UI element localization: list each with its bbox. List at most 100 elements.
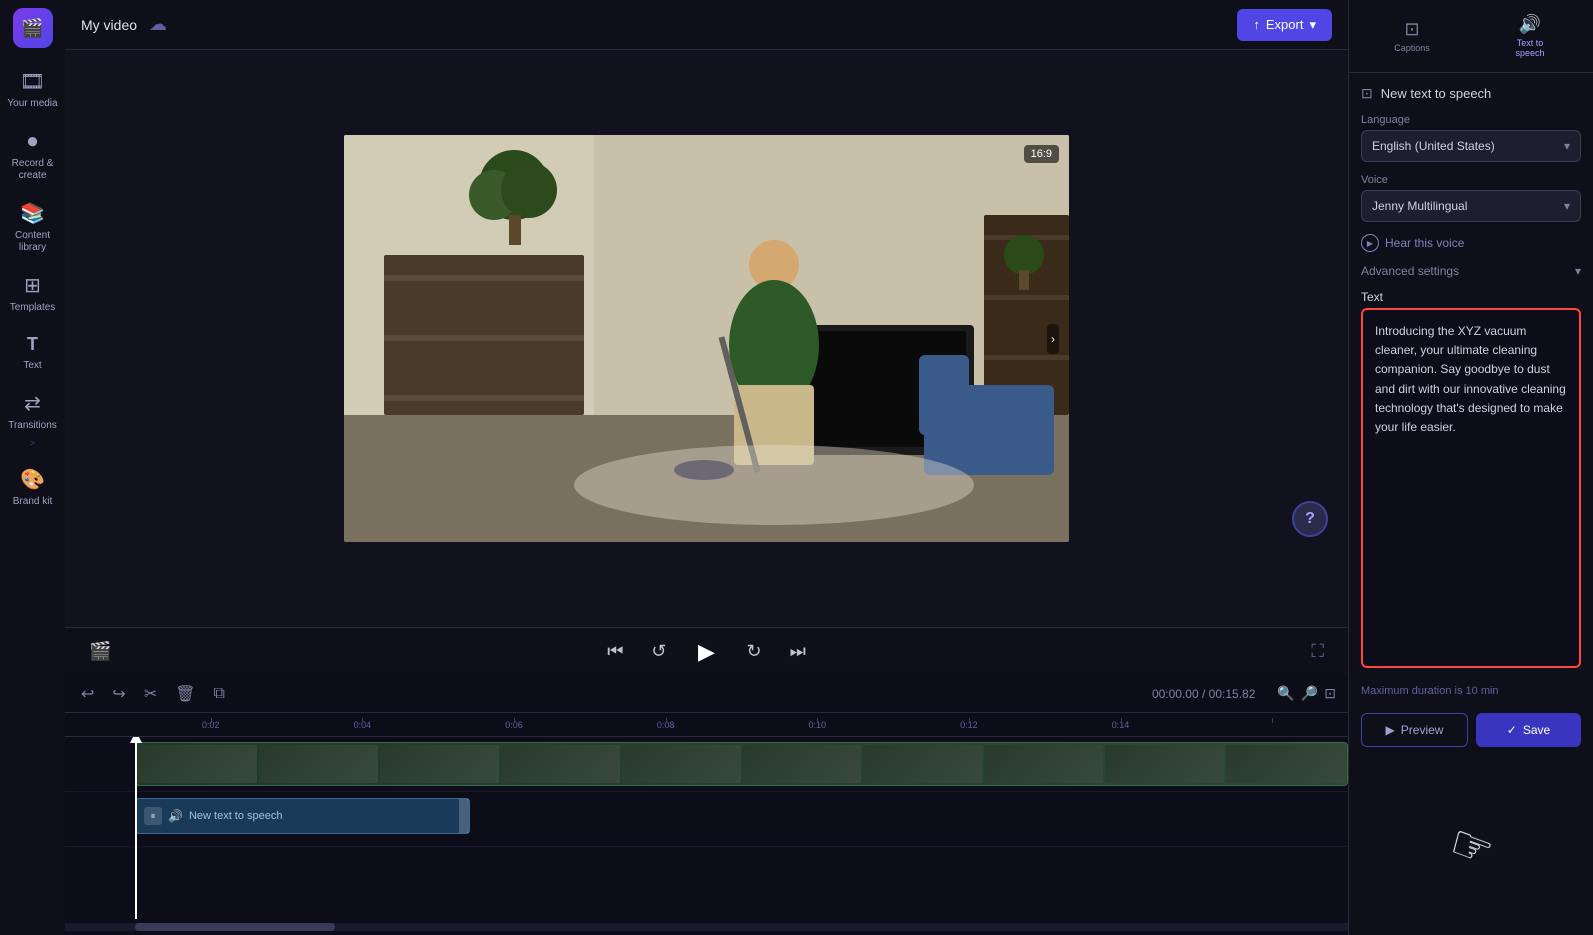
text-input[interactable]: Introducing the XYZ vacuum cleaner, your… [1361,308,1581,668]
ruler-mark-6: 0:14 [1045,720,1197,730]
video-frame [344,135,1069,542]
max-duration-note: Maximum duration is 10 min [1361,685,1581,697]
voice-section: Voice Jenny Multilingual ▾ [1361,174,1581,222]
video-preview: 16:9 › [344,135,1069,542]
video-thumb-7 [863,745,982,783]
tts-pause-icon[interactable]: ⏸ [144,807,162,825]
tts-track-content[interactable]: ⏸ 🔊 New text to speech [135,792,1348,846]
tts-track-row: ⏸ 🔊 New text to speech [65,792,1348,847]
timeline-section: ↩ ↪ ✂ 🗑 ⧉ 00:00.00 / 00:15.82 🔍 🔎 ⊡ [65,675,1348,935]
advanced-settings-row[interactable]: Advanced settings ▾ [1361,264,1581,278]
delete-button[interactable]: 🗑 [171,680,199,708]
sidebar-label-your-media: Your media [7,98,57,110]
skip-back-button[interactable]: ⏮ [603,637,627,666]
library-icon: 📚 [20,202,45,226]
right-panel: ⊡ Captions 🔊 Text tospeech ⊡ New text to… [1348,0,1593,935]
sidebar-item-templates[interactable]: ⊞ Templates [0,264,65,324]
language-dropdown[interactable]: English (United States) ▾ [1361,130,1581,162]
scene-left-icon[interactable]: 🎬 [85,637,115,666]
tts-resize-handle[interactable] [459,799,469,833]
undo-button[interactable]: ↩ [77,680,98,708]
tts-label: Text tospeech [1515,38,1544,58]
advanced-settings-label: Advanced settings [1361,264,1459,278]
save-button[interactable]: ✓ Save [1476,713,1581,747]
text-section-label: Text [1361,290,1581,304]
hear-voice-play-icon: ▶ [1361,234,1379,252]
time-current: 00:00.00 [1152,687,1199,701]
sidebar-item-brand-kit[interactable]: 🎨 Brand kit [0,458,65,518]
language-section: Language English (United States) ▾ [1361,114,1581,162]
ruler-mark-2: 0:06 [438,720,590,730]
topbar: My video ☁ ↑ Export ▾ [65,0,1348,50]
help-button[interactable]: ? [1292,501,1328,537]
sidebar-item-record-create[interactable]: ⏺ Record &create [0,120,65,192]
video-container: 16:9 › ? [65,50,1348,627]
forward-button[interactable]: ↻ [743,637,766,666]
zoom-in-button[interactable]: 🔎 [1301,685,1318,702]
sidebar-item-your-media[interactable]: 🎞 Your media [0,60,65,120]
next-panel-arrow[interactable]: › [1047,324,1059,354]
cloud-save-icon[interactable]: ☁ [149,14,167,35]
sidebar-label-brand-kit: Brand kit [13,496,52,508]
tts-track-label-text: New text to speech [189,810,283,822]
export-button[interactable]: ↑ Export ▾ [1237,9,1332,41]
video-thumb-5 [622,745,741,783]
zoom-out-button[interactable]: 🔍 [1277,685,1294,702]
voice-dropdown[interactable]: Jenny Multilingual ▾ [1361,190,1581,222]
cut-button[interactable]: ✂ [140,680,161,708]
video-thumb-1 [138,745,257,783]
video-section: 16:9 › ? 🎬 ⏮ ↺ ▶ ↻ ⏭ ⛶ ↩ ↪ ✂ 🗑 ⧉ [65,50,1348,935]
fit-zoom-button[interactable]: ⊡ [1324,685,1336,702]
panel-title: New text to speech [1381,86,1492,101]
time-total: 00:15.82 [1209,687,1256,701]
video-thumb-2 [259,745,378,783]
skip-forward-button[interactable]: ⏭ [786,637,810,666]
sidebar-label-templates: Templates [10,302,56,314]
logo-icon: 🎬 [21,18,43,39]
captions-panel-btn[interactable]: ⊡ Captions [1357,6,1467,66]
video-track-row [65,737,1348,792]
time-separator: / [1202,687,1209,701]
video-track-content[interactable] [135,737,1348,791]
video-thumb-8 [984,745,1103,783]
video-thumb-4 [501,745,620,783]
fullscreen-button[interactable]: ⛶ [1307,637,1328,666]
captions-label: Captions [1394,43,1430,53]
hear-voice-link[interactable]: ▶ Hear this voice [1361,234,1581,252]
play-button[interactable]: ▶ [691,636,723,668]
sidebar-item-text[interactable]: T Text [0,324,65,382]
voice-value: Jenny Multilingual [1372,199,1467,213]
zoom-controls: 🔍 🔎 ⊡ [1277,685,1336,702]
timeline-scrollbar[interactable] [65,923,1348,931]
duplicate-button[interactable]: ⧉ [210,681,229,707]
ruler-mark-7 [1196,720,1348,730]
scrollbar-thumb[interactable] [135,923,335,931]
scene-svg [344,135,1069,542]
tts-panel-btn[interactable]: 🔊 Text tospeech [1475,6,1585,66]
preview-button[interactable]: ▶ Preview [1361,713,1468,747]
tts-panel: ⊡ New text to speech Language English (U… [1349,73,1593,935]
export-label: Export [1266,17,1304,32]
export-chevron-icon: ▾ [1309,17,1316,33]
language-label: Language [1361,114,1581,126]
text-section: Text Introducing the XYZ vacuum cleaner,… [1361,290,1581,673]
voice-chevron-icon: ▾ [1564,199,1570,213]
save-check-icon: ✓ [1507,723,1517,737]
app-logo[interactable]: 🎬 [13,8,53,48]
export-icon: ↑ [1253,17,1260,32]
captions-icon: ⊡ [1404,19,1419,40]
playhead[interactable] [135,737,137,919]
redo-button[interactable]: ↪ [108,680,129,708]
tts-title-icon: ⊡ [1361,85,1373,102]
video-thumb-3 [380,745,499,783]
ruler-mark-4: 0:10 [742,720,894,730]
video-thumb-10 [1226,745,1345,783]
video-track-strip [135,742,1348,786]
panel-title-row: ⊡ New text to speech [1361,85,1581,102]
rewind-button[interactable]: ↺ [647,637,670,666]
preview-play-icon: ▶ [1386,723,1395,737]
save-label: Save [1523,723,1550,737]
preview-label: Preview [1401,723,1444,737]
sidebar-item-content-library[interactable]: 📚 Contentlibrary [0,192,65,264]
sidebar-item-transitions[interactable]: ⇄ Transitions > [0,382,65,459]
